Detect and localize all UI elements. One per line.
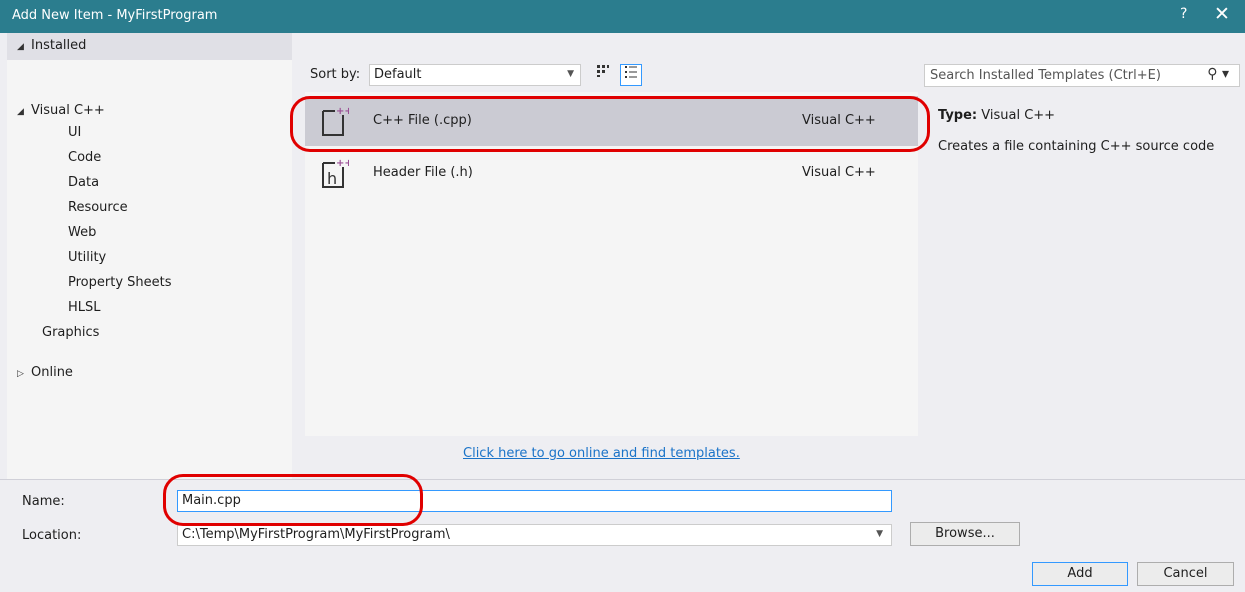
- sort-label: Sort by:: [310, 67, 361, 82]
- name-field[interactable]: Main.cpp: [177, 490, 892, 512]
- chevron-down-icon: ▼: [567, 69, 574, 79]
- close-button[interactable]: ✕: [1214, 3, 1230, 25]
- template-item-header[interactable]: h ++ Header File (.h) Visual C++: [305, 148, 918, 198]
- tree-label-installed: Installed: [31, 38, 87, 53]
- tree-item-property-sheets[interactable]: Property Sheets: [68, 275, 172, 290]
- tree-item-web[interactable]: Web: [68, 225, 96, 240]
- template-language: Visual C++: [802, 165, 876, 180]
- template-name: C++ File (.cpp): [373, 113, 472, 128]
- template-type: Type: Visual C++: [938, 108, 1055, 123]
- search-icon[interactable]: ⚲ ▾: [1207, 66, 1229, 82]
- tree-item-online[interactable]: ▷ Online: [17, 365, 73, 380]
- cancel-button[interactable]: Cancel: [1137, 562, 1234, 586]
- tree-label-online: Online: [31, 365, 73, 380]
- window-title: Add New Item - MyFirstProgram: [12, 8, 218, 23]
- tree-label-visual-cpp: Visual C++: [31, 103, 105, 118]
- template-item-cpp[interactable]: ++ C++ File (.cpp) Visual C++: [305, 96, 918, 146]
- sort-select[interactable]: Default ▼: [369, 64, 581, 86]
- template-list: ++ C++ File (.cpp) Visual C++ h ++ Heade…: [305, 92, 918, 436]
- list-view-icon: [625, 66, 637, 78]
- type-value: Visual C++: [981, 108, 1056, 123]
- title-bar: Add New Item - MyFirstProgram ? ✕: [0, 0, 1245, 33]
- tree-item-ui[interactable]: UI: [68, 125, 81, 140]
- type-label: Type:: [938, 108, 978, 123]
- small-icons-view-button[interactable]: [592, 64, 614, 86]
- location-label: Location:: [22, 528, 82, 543]
- sort-value: Default: [374, 67, 422, 82]
- tree-item-visual-cpp[interactable]: ◢ Visual C++: [17, 103, 105, 118]
- search-placeholder: Search Installed Templates (Ctrl+E): [930, 68, 1161, 83]
- search-input[interactable]: Search Installed Templates (Ctrl+E) ⚲ ▾: [924, 64, 1240, 87]
- expanded-triangle-icon: ◢: [17, 107, 24, 117]
- template-name: Header File (.h): [373, 165, 473, 180]
- expanded-triangle-icon: ◢: [17, 42, 24, 52]
- list-view-button[interactable]: [620, 64, 642, 86]
- svg-text:h: h: [327, 169, 337, 188]
- collapsed-triangle-icon: ▷: [17, 369, 24, 379]
- tree-item-code[interactable]: Code: [68, 150, 101, 165]
- tree-item-hlsl[interactable]: HLSL: [68, 300, 101, 315]
- online-templates-link[interactable]: Click here to go online and find templat…: [463, 446, 740, 461]
- template-language: Visual C++: [802, 113, 876, 128]
- svg-text:++: ++: [336, 158, 349, 169]
- location-field[interactable]: C:\Temp\MyFirstProgram\MyFirstProgram\ ▼: [177, 524, 892, 546]
- help-button[interactable]: ?: [1180, 6, 1187, 22]
- tree-item-resource[interactable]: Resource: [68, 200, 128, 215]
- cpp-file-icon: ++: [322, 106, 349, 136]
- tree-item-utility[interactable]: Utility: [68, 250, 106, 265]
- category-tree: ◢ Installed ◢ Visual C++ UI Code Data Reso…: [7, 33, 292, 479]
- template-description: Creates a file containing C++ source cod…: [938, 139, 1215, 154]
- tree-item-data[interactable]: Data: [68, 175, 99, 190]
- header-file-icon: h ++: [322, 158, 349, 188]
- grid-view-icon: [597, 65, 609, 77]
- tree-item-graphics[interactable]: Graphics: [42, 325, 99, 340]
- add-button[interactable]: Add: [1032, 562, 1128, 586]
- browse-button[interactable]: Browse...: [910, 522, 1020, 546]
- tree-item-installed[interactable]: ◢ Installed: [7, 33, 292, 60]
- location-value: C:\Temp\MyFirstProgram\MyFirstProgram\: [182, 527, 450, 542]
- name-value: Main.cpp: [182, 493, 241, 508]
- name-label: Name:: [22, 494, 65, 509]
- svg-text:++: ++: [336, 106, 349, 117]
- chevron-down-icon[interactable]: ▼: [876, 529, 883, 539]
